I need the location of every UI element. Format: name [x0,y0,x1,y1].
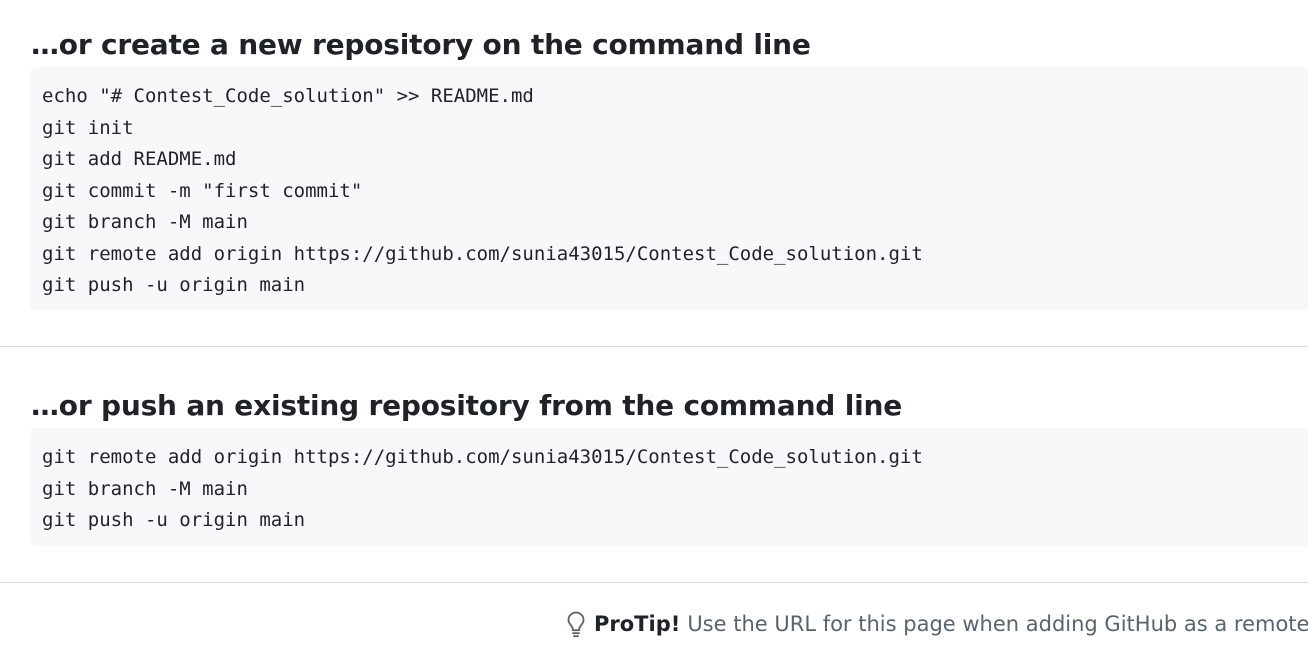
section-divider [0,582,1308,583]
push-repo-heading: …or push an existing repository from the… [31,389,903,422]
code-line[interactable]: git commit -m "first commit" [42,176,1308,208]
code-line[interactable]: git branch -M main [42,474,1308,506]
protip-label: ProTip! [594,612,681,636]
section-divider [0,346,1308,347]
code-line[interactable]: git add README.md [42,144,1308,176]
create-repo-code-block[interactable]: echo "# Contest_Code_solution" >> README… [30,67,1308,310]
code-line[interactable]: git branch -M main [42,207,1308,239]
code-line[interactable]: git push -u origin main [42,505,1308,537]
protip-text: Use the URL for this page when adding Gi… [687,612,1308,636]
code-line[interactable]: git remote add origin https://github.com… [42,239,1308,271]
code-line[interactable]: git init [42,113,1308,145]
code-line[interactable]: echo "# Contest_Code_solution" >> README… [42,81,1308,113]
push-repo-code-block[interactable]: git remote add origin https://github.com… [30,428,1308,546]
create-repo-heading: …or create a new repository on the comma… [31,28,811,61]
protip: ProTip! Use the URL for this page when a… [564,607,1308,641]
code-line[interactable]: git push -u origin main [42,270,1308,302]
light-bulb-icon [564,609,588,639]
code-line[interactable]: git remote add origin https://github.com… [42,442,1308,474]
